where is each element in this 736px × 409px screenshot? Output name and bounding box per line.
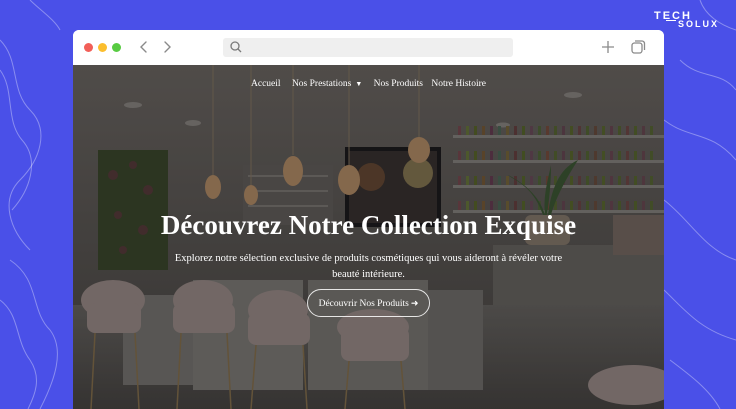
forward-arrow-icon[interactable] xyxy=(160,39,174,55)
tabs-overview-icon[interactable] xyxy=(629,38,647,56)
discover-products-button[interactable]: Découvrir Nos Produits ➜ xyxy=(307,289,430,317)
nav-link-produits[interactable]: Nos Produits xyxy=(374,79,423,89)
techsolux-logo: TECH SOLUX xyxy=(654,10,726,29)
arrow-right-icon: ➜ xyxy=(410,298,419,308)
nav-link-histoire[interactable]: Notre Histoire xyxy=(431,79,486,89)
discover-products-label: Découvrir Nos Produits xyxy=(318,299,409,309)
nav-link-prestations-label: Nos Prestations xyxy=(291,79,352,89)
search-icon xyxy=(230,41,242,53)
back-arrow-icon[interactable] xyxy=(137,39,151,55)
nav-link-prestations[interactable]: Nos Prestations ▼ xyxy=(289,79,365,89)
logo-bar xyxy=(666,20,676,21)
browser-toolbar xyxy=(73,30,664,65)
hero-title: Découvrez Notre Collection Exquise xyxy=(160,210,577,240)
new-tab-icon[interactable] xyxy=(599,38,617,56)
logo-line-2: SOLUX xyxy=(678,19,720,29)
minimize-window-button[interactable] xyxy=(98,43,107,52)
nav-link-accueil[interactable]: Accueil xyxy=(251,79,281,89)
address-bar[interactable] xyxy=(223,38,513,57)
chevron-down-icon: ▼ xyxy=(355,80,363,88)
site-navigation: Accueil Nos Prestations ▼ Nos Produits No… xyxy=(73,79,664,89)
close-window-button[interactable] xyxy=(84,43,93,52)
maximize-window-button[interactable] xyxy=(112,43,121,52)
hero-section: Accueil Nos Prestations ▼ Nos Produits No… xyxy=(73,65,664,409)
hero-subtitle: Explorez notre sélection exclusive de pr… xyxy=(174,253,563,280)
browser-window: Accueil Nos Prestations ▼ Nos Produits No… xyxy=(73,30,664,409)
